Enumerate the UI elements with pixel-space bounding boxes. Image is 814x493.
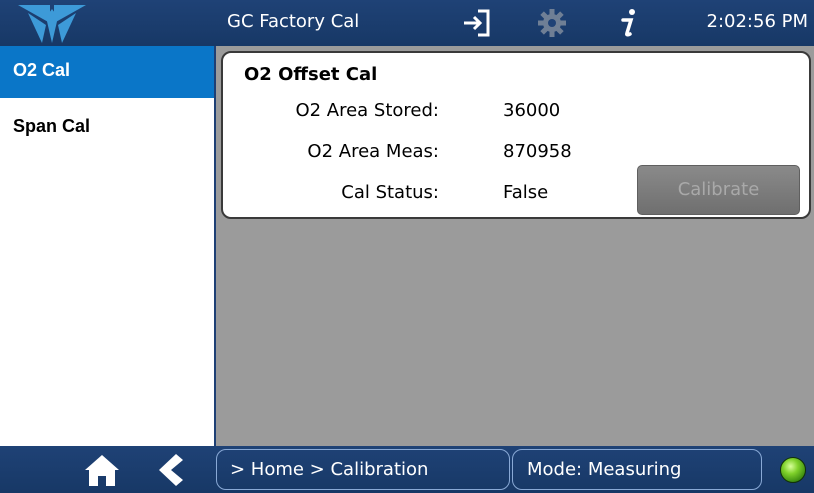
status-led-icon[interactable] <box>780 457 806 483</box>
o2-area-stored-value: 36000 <box>503 100 561 121</box>
top-bar: GC Factory Cal 2:02:56 PM <box>0 0 814 46</box>
o2-area-stored-label: O2 Area Stored: <box>295 100 439 121</box>
sidebar-item-span-cal[interactable]: Span Cal <box>0 102 214 154</box>
o2-area-meas-value: 870958 <box>503 141 572 162</box>
panel-title: O2 Offset Cal <box>244 64 378 85</box>
screen-title: GC Factory Cal <box>227 11 360 32</box>
mode-text: Mode: Measuring <box>527 459 682 480</box>
content-area: O2 Offset Cal O2 Area Stored: 36000 O2 A… <box>216 46 814 446</box>
sign-in-icon[interactable] <box>462 8 492 38</box>
gear-icon[interactable] <box>537 8 567 38</box>
sidebar: O2 Cal Span Cal <box>0 46 216 446</box>
back-icon[interactable] <box>158 453 184 487</box>
logo-icon <box>18 5 86 43</box>
info-icon[interactable] <box>617 8 641 38</box>
breadcrumb[interactable]: > Home > Calibration <box>216 449 510 490</box>
clock: 2:02:56 PM <box>706 11 809 32</box>
cal-status-value: False <box>503 182 549 203</box>
o2-area-meas-label: O2 Area Meas: <box>307 141 439 162</box>
sidebar-item-o2-cal[interactable]: O2 Cal <box>0 46 214 98</box>
breadcrumb-text: > Home > Calibration <box>230 459 429 480</box>
o2-offset-cal-panel: O2 Offset Cal O2 Area Stored: 36000 O2 A… <box>221 51 811 219</box>
home-icon[interactable] <box>84 453 120 487</box>
bottom-bar: > Home > Calibration Mode: Measuring <box>0 446 814 493</box>
calibrate-button[interactable]: Calibrate <box>637 165 800 215</box>
cal-status-label: Cal Status: <box>341 182 439 203</box>
mode-indicator: Mode: Measuring <box>512 449 762 490</box>
